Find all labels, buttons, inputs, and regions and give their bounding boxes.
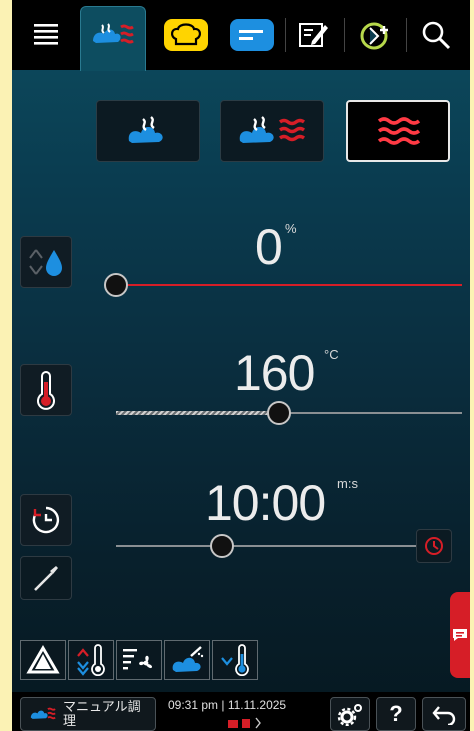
timer-end-icon	[425, 537, 443, 555]
mode-steam-button[interactable]	[96, 100, 200, 162]
temperature-slider-handle[interactable]	[266, 401, 291, 425]
connection-status-icons	[222, 716, 266, 731]
back-button[interactable]	[422, 697, 466, 731]
steam-icon	[128, 116, 163, 143]
tab-manual-cooking[interactable]	[84, 8, 142, 62]
network-status-icon	[228, 717, 261, 729]
menu-icon	[34, 24, 58, 45]
timer-end-button[interactable]	[416, 529, 452, 563]
timer-icon	[32, 506, 60, 534]
combi-steam-hot-air-icon	[239, 116, 306, 143]
hot-air-icon	[377, 117, 421, 145]
connectivity-button[interactable]	[352, 8, 398, 62]
delta-t-button[interactable]	[20, 640, 66, 680]
datetime-label: 09:31 pm | 11.11.2025	[168, 698, 287, 712]
separator	[285, 18, 286, 52]
time-value: 10:00	[205, 475, 326, 531]
mode-hot-air-button[interactable]	[346, 100, 450, 162]
edit-button[interactable]	[292, 8, 336, 62]
humidity-slider-track[interactable]	[116, 284, 462, 286]
tab-programs[interactable]	[223, 8, 281, 62]
time-unit: m:s	[337, 476, 358, 491]
top-navigation-bar	[12, 0, 470, 71]
search-icon	[422, 21, 451, 50]
temperature-button[interactable]	[20, 364, 72, 416]
time-slider-handle[interactable]	[210, 534, 235, 558]
cooking-mode-label: マニュアル調理	[63, 699, 141, 728]
settings-button[interactable]	[330, 697, 370, 731]
oven-screen: 0 % 160 °C 10:00 m:s マニュアル調理 09:31 pm | …	[12, 0, 470, 731]
chef-hat-icon	[164, 19, 208, 51]
core-probe-icon	[34, 566, 58, 591]
temperature-value: 160	[234, 345, 315, 401]
separator	[344, 18, 345, 52]
temperature-slider-fill	[116, 411, 279, 415]
steam-heat-icon	[30, 707, 56, 720]
time-slider-track[interactable]	[116, 545, 428, 547]
humidity-button[interactable]	[20, 236, 72, 288]
back-arrow-icon	[432, 706, 456, 725]
gears-icon	[337, 704, 362, 726]
mode-combi-button[interactable]	[220, 100, 324, 162]
tab-intelligent-cooking[interactable]	[157, 8, 215, 62]
humidity-drop-icon	[29, 249, 62, 276]
notes-side-tab[interactable]	[450, 592, 470, 678]
message-icon	[453, 629, 467, 641]
humidity-unit: %	[285, 221, 297, 236]
humidity-slider-handle[interactable]	[104, 273, 128, 297]
fan-speed-icon	[123, 649, 153, 670]
arrows-thermometer-icon	[77, 644, 105, 676]
search-button[interactable]	[414, 8, 458, 62]
core-probe-button[interactable]	[20, 556, 72, 600]
help-icon: ?	[389, 701, 403, 726]
separator	[406, 18, 407, 52]
steam-heat-icon	[93, 23, 134, 44]
steam-spray-icon	[172, 646, 204, 672]
recipe-list-icon	[230, 19, 274, 51]
timer-button[interactable]	[20, 494, 72, 546]
humidity-value: 0	[255, 219, 283, 275]
cool-temperature-button[interactable]	[212, 640, 258, 680]
thermometer-cool-icon	[221, 644, 249, 676]
edit-note-icon	[299, 23, 328, 47]
refresh-plus-icon	[360, 22, 388, 50]
fan-speed-button[interactable]	[116, 640, 162, 680]
help-button[interactable]: ?	[376, 697, 416, 731]
temperature-unit: °C	[324, 347, 339, 362]
delta-icon	[26, 645, 60, 674]
thermometer-icon	[37, 371, 55, 410]
menu-button[interactable]	[26, 8, 66, 62]
humidify-button[interactable]	[164, 640, 210, 680]
cool-down-button[interactable]	[68, 640, 114, 680]
cooking-mode-status-button[interactable]: マニュアル調理	[20, 697, 156, 731]
